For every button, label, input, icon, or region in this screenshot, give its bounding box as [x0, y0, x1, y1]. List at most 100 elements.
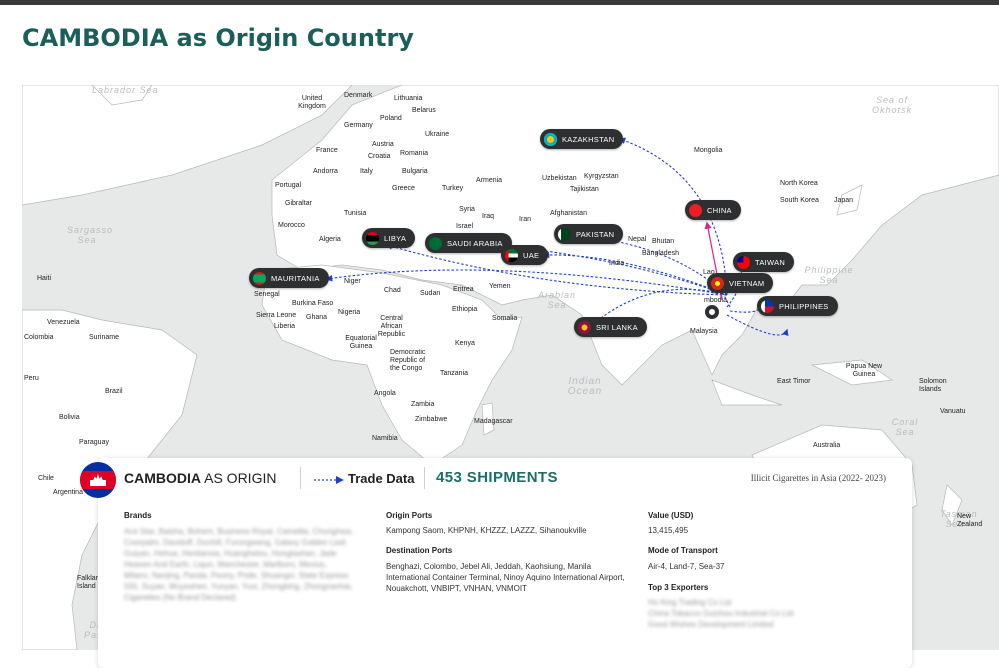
- geo-label-austria: Austria: [372, 141, 394, 148]
- geo-label-yemen: Yemen: [489, 283, 511, 290]
- destination-pill-taiwan[interactable]: TAIWAN: [733, 252, 795, 272]
- geo-label-liberia: Liberia: [274, 323, 296, 330]
- geo-label-greece: Greece: [392, 185, 415, 192]
- geo-label-lithuania: Lithuania: [394, 95, 423, 102]
- sea-label-labrador: Labrador Sea: [92, 85, 159, 95]
- destination-pill-sri-lanka[interactable]: SRI LANKA: [574, 317, 647, 337]
- geo-label-turkey: Turkey: [442, 185, 464, 192]
- kazakhstan-flag-icon: [544, 132, 557, 146]
- mode-title: Mode of Transport: [648, 546, 718, 555]
- destination-label: KAZAKHSTAN: [562, 134, 615, 144]
- destination-label: SAUDI ARABIA: [447, 238, 503, 248]
- taiwan-flag-icon: [737, 255, 750, 269]
- geo-label-east-timor: East Timor: [777, 378, 811, 385]
- geo-label-portugal: Portugal: [275, 182, 302, 189]
- geo-label-australia: Australia: [813, 442, 841, 449]
- geo-label-zimbabwe: Zimbabwe: [415, 416, 448, 423]
- geo-label-drc: Democratic Republic of the Congo: [390, 349, 426, 372]
- geo-label-somalia: Somalia: [492, 315, 518, 322]
- geo-label-romania: Romania: [400, 150, 429, 157]
- geo-label-morocco: Morocco: [278, 222, 305, 229]
- geo-label-tajikistan: Tajikistan: [570, 186, 599, 193]
- geo-label-sierra-leone: Sierra Leone: [256, 312, 297, 319]
- uae-flag-icon: [505, 248, 518, 262]
- geo-label-tunisia: Tunisia: [344, 210, 367, 217]
- sea-label-indian: Indian Ocean: [567, 376, 603, 397]
- landmass-indonesia: [711, 379, 783, 406]
- top-bar: [0, 0, 999, 5]
- page-title: CAMBODIA as Origin Country: [22, 24, 414, 52]
- geo-label-poland: Poland: [380, 115, 402, 122]
- geo-label-croatia: Croatia: [368, 153, 391, 160]
- geo-label-niger: Niger: [344, 278, 361, 285]
- destination-pill-philippines[interactable]: PHILIPPINES: [757, 296, 838, 316]
- vietnam-flag-icon: [711, 276, 724, 290]
- pakistan-flag-icon: [558, 227, 571, 241]
- geo-label-angola: Angola: [374, 390, 396, 397]
- geo-label-germany: Germany: [344, 122, 373, 129]
- geo-label-ukraine: Ukraine: [425, 131, 450, 138]
- geo-label-brazil: Brazil: [105, 388, 123, 395]
- geo-label-france: France: [316, 147, 338, 154]
- shipments-count: 453 SHIPMENTS: [436, 469, 558, 486]
- sri-lanka-flag-icon: [578, 320, 591, 334]
- geo-label-burkina-faso: Burkina Faso: [292, 300, 334, 307]
- brands-text: Ace Star, Baisha, Bohem, Business Royal,…: [124, 527, 354, 602]
- destination-pill-saudi-arabia[interactable]: SAUDI ARABIA: [425, 233, 512, 253]
- destination-ports-title: Destination Ports: [386, 546, 453, 555]
- destination-pill-pakistan[interactable]: PAKISTAN: [554, 224, 624, 244]
- geo-label-malaysia: Malaysia: [690, 328, 718, 335]
- destination-pill-mauritania[interactable]: MAURITANIA: [249, 268, 329, 288]
- geo-label-syria: Syria: [459, 206, 475, 213]
- geo-label-madagascar: Madagascar: [474, 418, 513, 425]
- geo-label-suriname: Suriname: [89, 334, 119, 341]
- geo-label-cambodia: mbodia: [704, 297, 727, 304]
- geo-label-vanuatu: Vanuatu: [940, 408, 966, 415]
- sea-label-coral: Coral Sea: [891, 417, 919, 437]
- geo-label-south-korea: South Korea: [780, 197, 819, 204]
- brands-title: Brands: [124, 511, 152, 520]
- geo-label-papua-new-guinea: Papua New Guinea: [845, 363, 883, 378]
- value-text: 13,415,495: [648, 526, 689, 535]
- philippines-flag-icon: [761, 299, 774, 313]
- destination-label: VIETNAM: [729, 278, 765, 288]
- geo-label-armenia: Armenia: [476, 177, 503, 184]
- geo-label-gibraltar: Gibraltar: [285, 200, 312, 207]
- geo-label-italy: Italy: [360, 168, 373, 175]
- exporter-item: Good Wishes Development Limited: [648, 620, 774, 629]
- destination-pill-kazakhstan[interactable]: KAZAKHSTAN: [540, 129, 624, 149]
- divider: [300, 467, 301, 489]
- geo-label-kenya: Kenya: [455, 340, 475, 347]
- cambodia-flag-icon: [80, 462, 116, 498]
- summary-card: CAMBODIA AS ORIGIN Trade Data 453 SHIPME…: [98, 458, 912, 668]
- geo-label-ethiopia: Ethiopia: [452, 306, 478, 313]
- geo-label-bulgaria: Bulgaria: [402, 168, 428, 175]
- geo-label-bangladesh: Bangladesh: [642, 250, 679, 257]
- sea-label-okhotsk: Sea of Okhotsk: [871, 95, 912, 115]
- libya-flag-icon: [366, 231, 379, 245]
- geo-label-india: India: [609, 260, 625, 267]
- card-country-rest: AS ORIGIN: [201, 470, 277, 486]
- geo-label-belarus: Belarus: [412, 107, 436, 114]
- card-country-bold: CAMBODIA: [124, 470, 201, 486]
- origin-ports-title: Origin Ports: [386, 511, 433, 520]
- mode-text: Air-4, Land-7, Sea-37: [648, 562, 725, 571]
- geo-label-iran: Iran: [519, 216, 532, 223]
- geo-label-paraguay: Paraguay: [79, 439, 109, 446]
- destination-pill-libya[interactable]: LIBYA: [362, 228, 416, 248]
- geo-label-nepal: Nepal: [628, 236, 647, 243]
- legend-trade-data: Trade Data: [314, 471, 414, 486]
- destination-pill-china[interactable]: CHINA: [685, 200, 741, 220]
- origin-marker-icon[interactable]: [705, 305, 719, 319]
- geo-label-haiti: Haiti: [37, 275, 52, 282]
- geo-label-peru: Peru: [24, 375, 39, 382]
- saudi-arabia-flag-icon: [429, 236, 442, 250]
- destination-pill-vietnam[interactable]: VIETNAM: [707, 273, 774, 293]
- geo-label-equatorial-guinea: Equatorial Guinea: [345, 335, 377, 350]
- destination-label: TAIWAN: [755, 257, 786, 267]
- geo-label-venezuela: Venezuela: [47, 319, 80, 326]
- geo-label-senegal: Senegal: [254, 291, 280, 298]
- sea-label-arabian: Arabian Sea: [537, 290, 577, 310]
- destination-pill-uae[interactable]: UAE: [501, 245, 549, 265]
- geo-label-denmark: Denmark: [344, 92, 373, 99]
